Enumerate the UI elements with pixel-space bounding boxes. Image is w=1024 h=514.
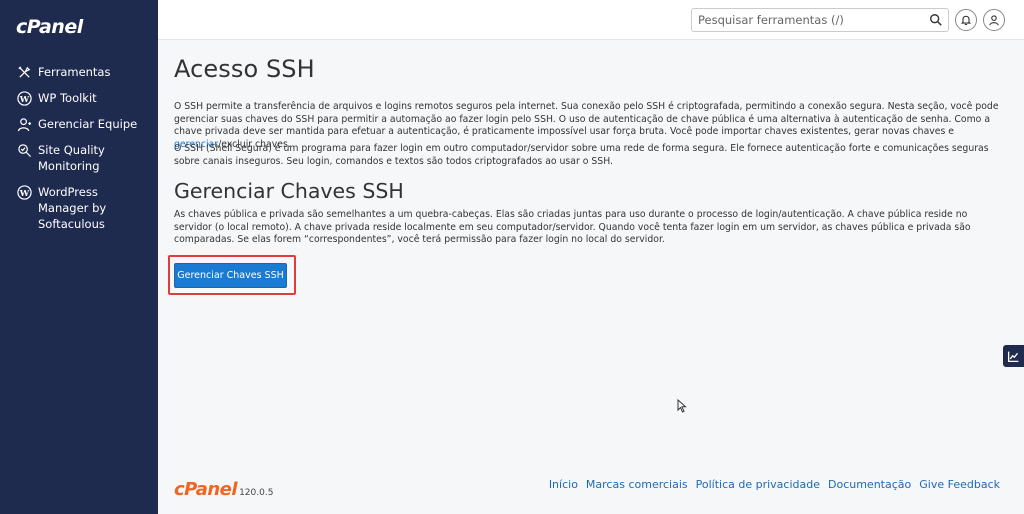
sidebar-item-label: WP Toolkit bbox=[38, 91, 97, 105]
footer-brand[interactable]: cPanel bbox=[174, 479, 238, 500]
footer-link-documentacao[interactable]: Documentação bbox=[828, 478, 911, 491]
notifications-button[interactable] bbox=[955, 9, 977, 31]
user-icon bbox=[989, 15, 999, 26]
mouse-cursor-icon bbox=[677, 399, 687, 413]
tools-icon bbox=[16, 64, 32, 80]
sidebar-item-site-quality-monitoring[interactable]: Site Quality Monitoring bbox=[0, 138, 158, 178]
version-label: 120.0.5 bbox=[239, 488, 274, 498]
sidebar: cPanel Ferramentas W WP Toolkit Gerencia… bbox=[0, 0, 158, 514]
section-title: Gerenciar Chaves SSH bbox=[174, 179, 404, 203]
keys-description-paragraph: As chaves pública e privada são semelhan… bbox=[174, 209, 971, 245]
sidebar-nav: Ferramentas W WP Toolkit Gerenciar Equip… bbox=[0, 58, 158, 236]
team-icon bbox=[16, 116, 32, 132]
footer-link-marcas[interactable]: Marcas comerciais bbox=[586, 478, 688, 491]
manage-ssh-keys-button[interactable]: Gerenciar Chaves SSH bbox=[174, 263, 287, 288]
top-header bbox=[158, 0, 1024, 40]
user-menu-button[interactable] bbox=[983, 9, 1005, 31]
wordpress-icon: W bbox=[16, 184, 32, 200]
main-content: Acesso SSH O SSH permite a transferência… bbox=[158, 41, 1024, 514]
footer-logo: cPanel 120.0.5 bbox=[174, 479, 273, 500]
intro-text: O SSH permite a transferência de arquivo… bbox=[174, 101, 999, 137]
cpanel-logo[interactable]: cPanel bbox=[16, 16, 83, 38]
bell-icon bbox=[960, 15, 972, 26]
search-icon[interactable] bbox=[929, 13, 943, 27]
search-box[interactable] bbox=[691, 8, 949, 32]
footer-link-privacidade[interactable]: Política de privacidade bbox=[696, 478, 820, 491]
footer-links: Início Marcas comerciais Política de pri… bbox=[549, 478, 1000, 491]
wordpress-icon: W bbox=[16, 90, 32, 106]
sidebar-item-label: Gerenciar Equipe bbox=[38, 117, 138, 131]
chart-icon bbox=[1007, 351, 1019, 362]
page-title: Acesso SSH bbox=[174, 55, 315, 83]
sidebar-item-label: WordPress Manager by Softaculous bbox=[38, 185, 107, 231]
footer-link-feedback[interactable]: Give Feedback bbox=[919, 478, 1000, 491]
analytics-widget-button[interactable] bbox=[1003, 345, 1024, 367]
sidebar-item-ferramentas[interactable]: Ferramentas bbox=[0, 60, 158, 84]
svg-text:W: W bbox=[18, 187, 29, 197]
sidebar-item-wordpress-manager[interactable]: W WordPress Manager by Softaculous bbox=[0, 180, 158, 236]
site-quality-icon bbox=[16, 142, 32, 158]
sidebar-item-wp-toolkit[interactable]: W WP Toolkit bbox=[0, 86, 158, 110]
sidebar-item-gerenciar-equipe[interactable]: Gerenciar Equipe bbox=[0, 112, 158, 136]
sidebar-item-label: Ferramentas bbox=[38, 65, 111, 79]
sidebar-item-label: Site Quality Monitoring bbox=[38, 143, 105, 173]
ssh-description-paragraph: O SSH (Shell Segura) é um programa para … bbox=[174, 143, 989, 167]
svg-text:W: W bbox=[18, 93, 29, 103]
footer-link-inicio[interactable]: Início bbox=[549, 478, 578, 491]
search-input[interactable] bbox=[692, 9, 920, 31]
